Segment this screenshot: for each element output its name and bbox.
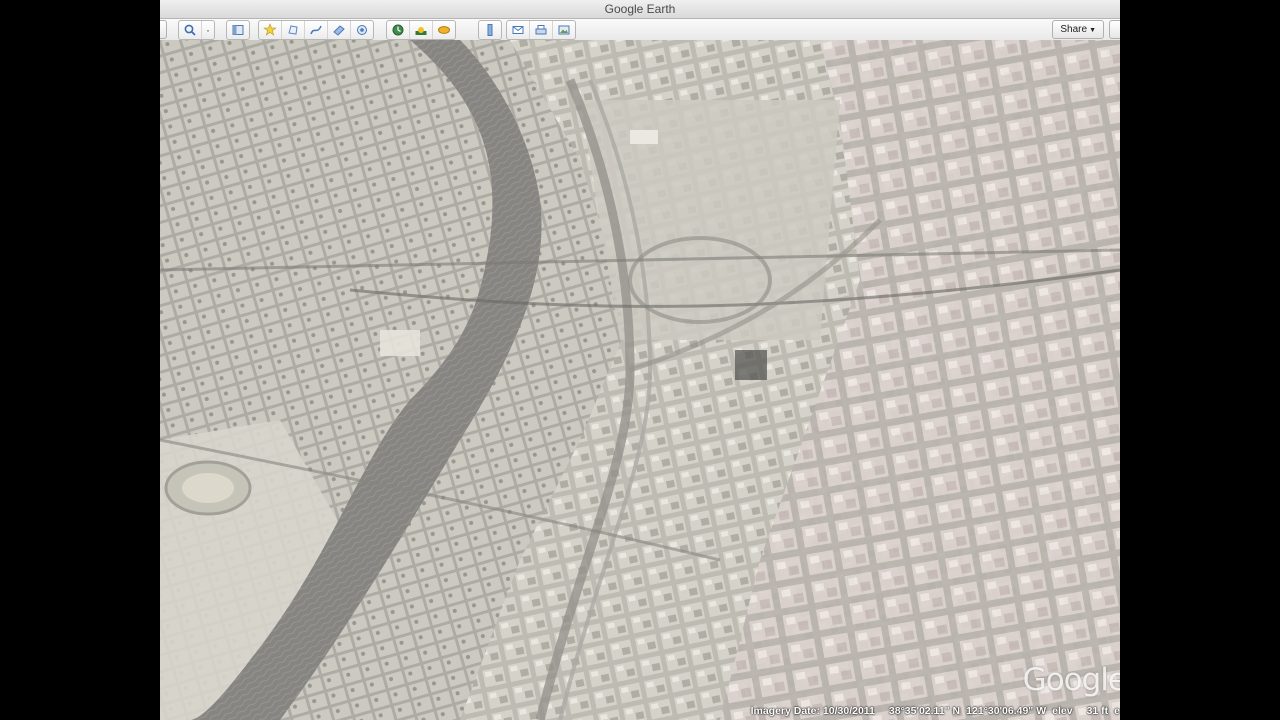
google-logo: Google xyxy=(1022,662,1120,698)
toolbar-group-add xyxy=(258,20,374,40)
window-title: Google Earth xyxy=(160,0,1120,19)
hide-sidebar-icon xyxy=(232,25,244,35)
toolbar-group-sidebar xyxy=(226,20,250,40)
google-earth-window: Google Earth Share ▼ Google Imagery Date… xyxy=(160,0,1120,720)
save-image-button[interactable] xyxy=(552,21,575,39)
add-placemark-button[interactable] xyxy=(259,21,281,39)
eye-altitude-label: e xyxy=(1114,705,1120,717)
historical-imagery-button[interactable] xyxy=(387,21,409,39)
toolbar-group-search xyxy=(178,20,215,40)
ruler-icon xyxy=(487,24,493,36)
toolbar-group-share xyxy=(506,20,576,40)
sidebar-toggle-button[interactable] xyxy=(160,20,167,39)
toolbar-group-ruler xyxy=(478,20,502,40)
planets-icon xyxy=(438,26,450,34)
print-button[interactable] xyxy=(529,21,552,39)
image-overlay-icon xyxy=(333,25,345,36)
latitude: 38°35'02.11" N xyxy=(888,705,961,717)
elevation-label: elev xyxy=(1052,705,1073,717)
chevron-down-icon: ▼ xyxy=(1089,27,1096,34)
ruler-button[interactable] xyxy=(479,21,501,39)
share-button[interactable]: Share ▼ xyxy=(1052,20,1104,39)
hide-sidebar-button[interactable] xyxy=(227,21,249,39)
toolbar: Share ▼ xyxy=(160,19,1120,41)
email-button[interactable] xyxy=(507,21,529,39)
sun-icon xyxy=(415,27,427,35)
share-label: Share xyxy=(1060,24,1088,35)
add-polygon-button[interactable] xyxy=(281,21,304,39)
add-path-button[interactable] xyxy=(304,21,327,39)
search-dropdown-button[interactable] xyxy=(201,21,214,39)
record-tour-icon xyxy=(357,25,367,35)
email-icon xyxy=(512,26,524,34)
longitude: 121°30'06.49" W xyxy=(966,705,1047,717)
polygon-icon xyxy=(288,25,298,35)
toolbar-overflow-edge xyxy=(1109,20,1120,39)
historical-imagery-icon xyxy=(392,24,404,36)
path-icon xyxy=(310,25,322,35)
letterbox-right xyxy=(1120,0,1280,720)
print-icon xyxy=(535,25,547,35)
status-bar: Imagery Date: 10/30/2011 38°35'02.11" N 12… xyxy=(160,700,1120,720)
chevron-down-icon xyxy=(207,30,209,32)
imagery-date: Imagery Date: 10/30/2011 xyxy=(750,705,875,717)
save-image-icon xyxy=(558,25,570,35)
placemark-icon xyxy=(263,23,277,36)
planets-button[interactable] xyxy=(432,21,455,39)
map-view[interactable]: Google Imagery Date: 10/30/2011 38°35'02.… xyxy=(160,40,1120,720)
sunlight-button[interactable] xyxy=(409,21,432,39)
toolbar-group-view xyxy=(386,20,456,40)
status-readout: Imagery Date: 10/30/2011 38°35'02.11" N 12… xyxy=(737,705,1120,717)
record-tour-button[interactable] xyxy=(350,21,373,39)
elevation-value: 31 ft xyxy=(1086,705,1109,717)
search-button[interactable] xyxy=(179,21,201,39)
aerial-imagery[interactable] xyxy=(160,40,1120,720)
add-image-overlay-button[interactable] xyxy=(327,21,350,39)
search-icon xyxy=(184,24,196,36)
letterbox-left xyxy=(0,0,160,720)
